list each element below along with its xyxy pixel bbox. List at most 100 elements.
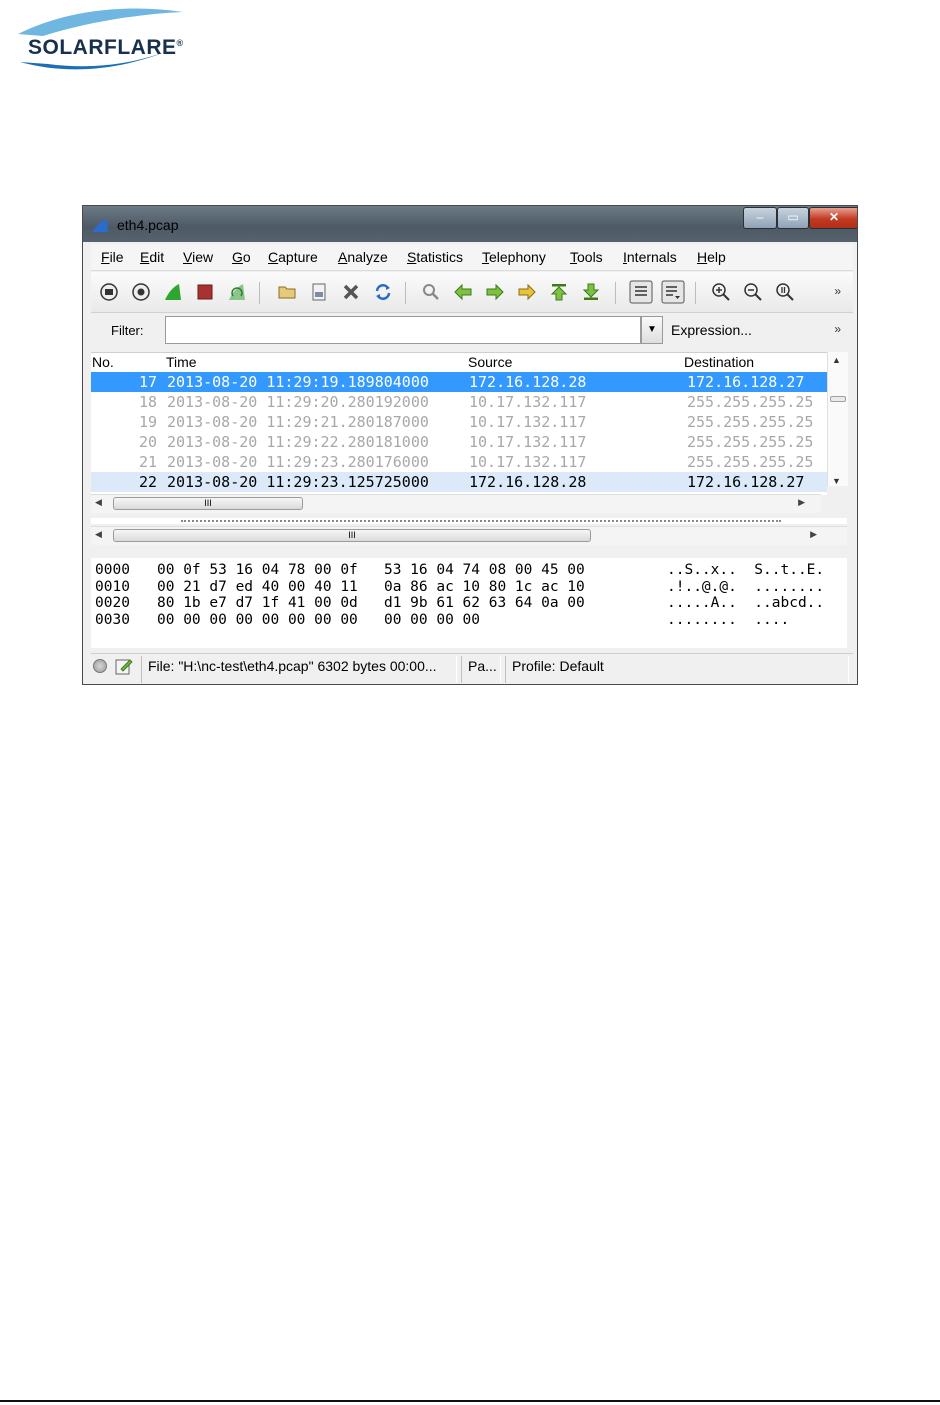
packet-source: 172.16.128.28 (469, 473, 587, 491)
menu-help[interactable]: Help (697, 249, 726, 265)
last-packet-icon[interactable] (581, 282, 601, 302)
packet-row[interactable]: 20 2013-08-20 11:29:22.280181000 10.17.132… (91, 432, 827, 452)
solarflare-logo: SOLARFLARE® (8, 4, 198, 74)
maximize-button[interactable]: ▭ (777, 207, 809, 229)
packet-row[interactable]: 19 2013-08-20 11:29:21.280187000 10.17.132… (91, 412, 827, 432)
edit-comment-icon[interactable] (115, 657, 133, 675)
scroll-right-icon[interactable]: ▶ (810, 529, 817, 540)
packet-bytes-pane[interactable]: 0000 00 0f 53 16 04 78 00 0f 53 16 04 74 … (91, 558, 847, 648)
menu-go[interactable]: Go (232, 249, 251, 265)
zoom-normal-icon[interactable] (775, 282, 795, 302)
close-file-icon[interactable] (341, 282, 361, 302)
filter-more-button[interactable]: » (834, 322, 841, 336)
hscroll-thumb[interactable]: III (113, 497, 303, 510)
hex-bytes: 00 00 00 00 00 00 00 00 00 00 00 00 (157, 611, 481, 628)
packet-destination: 172.16.128.27 (687, 373, 805, 391)
first-packet-icon[interactable] (549, 282, 569, 302)
menu-tools[interactable]: Tools (570, 249, 603, 265)
packet-list-header: No. Time Source Destination (91, 353, 827, 371)
scroll-left-icon[interactable]: ◀ (95, 497, 102, 508)
details-hscrollbar[interactable]: ◀ III ▶ (91, 526, 847, 545)
packet-list-hscrollbar[interactable]: ◀ III ▶ (91, 494, 821, 513)
menu-capture[interactable]: Capture (268, 249, 318, 265)
menu-view[interactable]: View (183, 249, 213, 265)
packet-source: 10.17.132.117 (469, 453, 587, 471)
scroll-right-icon[interactable]: ▶ (798, 497, 805, 508)
filter-bar: Filter: ▼ Expression... » (91, 314, 853, 348)
toolbar-separator (615, 282, 616, 304)
hex-bytes: 00 21 d7 ed 40 00 40 11 0a 86 ac 10 80 1… (157, 578, 585, 595)
wireshark-window: eth4.pcap – ▭ ✕ File Edit View Go Captur… (82, 205, 858, 685)
filter-input[interactable] (165, 316, 641, 344)
hex-ascii: .....A.. ..abcd.. (667, 595, 825, 611)
packet-destination: 255.255.255.25 (687, 453, 814, 471)
save-file-icon[interactable] (309, 282, 329, 302)
chevron-down-icon: ▼ (647, 324, 657, 335)
details-row-clipped (181, 520, 781, 524)
filter-dropdown-button[interactable]: ▼ (641, 316, 663, 344)
packet-time: 2013-08-20 11:29:23.125725000 (167, 473, 429, 491)
menu-file[interactable]: File (101, 249, 124, 265)
scroll-up-icon[interactable]: ▲ (832, 355, 841, 365)
expression-button[interactable]: Expression... (671, 322, 752, 338)
autoscroll-icon[interactable] (661, 280, 685, 304)
brand-name: SOLARFLARE® (28, 36, 184, 59)
open-file-icon[interactable] (277, 282, 297, 302)
packet-no: 17 (139, 373, 158, 391)
menu-edit[interactable]: Edit (140, 249, 164, 265)
column-header-source[interactable]: Source (468, 354, 512, 370)
menu-analyze[interactable]: Analyze (338, 249, 388, 265)
column-header-destination[interactable]: Destination (684, 354, 754, 370)
title-bar[interactable]: eth4.pcap – ▭ ✕ (83, 206, 857, 242)
menu-bar: File Edit View Go Capture Analyze Statis… (91, 244, 853, 271)
status-profile[interactable]: Profile: Default (505, 656, 849, 683)
go-forward-icon[interactable] (485, 282, 505, 302)
packet-destination: 172.16.128.27 (687, 473, 805, 491)
packet-row[interactable]: 22 2013-08-20 11:29:23.125725000 172.16.12… (91, 472, 827, 492)
packet-no: 18 (139, 393, 158, 411)
packet-list-vscrollbar[interactable]: ▲ ▼ (827, 352, 848, 486)
expert-info-icon[interactable] (93, 659, 107, 673)
hex-ascii: ........ .... (667, 611, 790, 628)
packet-row[interactable]: 21 2013-08-20 11:29:23.280176000 10.17.132… (91, 452, 827, 472)
packet-time: 2013-08-20 11:29:22.280181000 (167, 433, 429, 451)
toolbar-separator (695, 282, 696, 304)
hex-offset: 0020 (95, 595, 130, 611)
zoom-out-icon[interactable] (743, 282, 763, 302)
column-header-no[interactable]: No. (92, 354, 114, 370)
stop-capture-icon[interactable] (195, 282, 215, 302)
start-capture-icon[interactable] (163, 282, 183, 302)
packet-time: 2013-08-20 11:29:23.280176000 (167, 453, 429, 471)
go-to-packet-icon[interactable] (517, 282, 537, 302)
packet-row[interactable]: 18 2013-08-20 11:29:20.280192000 10.17.132… (91, 392, 827, 412)
menu-telephony[interactable]: Telephony (482, 249, 546, 265)
packet-source: 10.17.132.117 (469, 433, 587, 451)
packet-row[interactable]: 17 2013-08-20 11:29:19.189804000 172.16.12… (91, 372, 827, 392)
interfaces-icon[interactable] (99, 282, 119, 302)
find-packet-icon[interactable] (421, 282, 441, 302)
colorize-icon[interactable] (629, 280, 653, 304)
zoom-in-icon[interactable] (711, 282, 731, 302)
main-toolbar: » (91, 272, 853, 313)
options-icon[interactable] (131, 282, 151, 302)
menu-statistics[interactable]: Statistics (407, 249, 463, 265)
scroll-left-icon[interactable]: ◀ (95, 529, 102, 540)
status-packets: Pa... (461, 656, 501, 683)
vscroll-thumb[interactable] (830, 396, 846, 402)
hex-offset: 0000 (95, 562, 130, 578)
close-button[interactable]: ✕ (809, 207, 857, 229)
toolbar-more-button[interactable]: » (834, 284, 841, 298)
reload-icon[interactable] (373, 282, 393, 302)
minimize-button[interactable]: – (743, 207, 777, 229)
menu-internals[interactable]: Internals (623, 249, 677, 265)
go-back-icon[interactable] (453, 282, 473, 302)
scroll-down-icon[interactable]: ▼ (832, 476, 841, 486)
shark-fin-icon (92, 219, 108, 232)
restart-capture-icon[interactable] (227, 282, 247, 302)
packet-time: 2013-08-20 11:29:20.280192000 (167, 393, 429, 411)
column-header-time[interactable]: Time (166, 354, 197, 370)
packet-list: No. Time Source Destination 17 2013-08-20… (91, 352, 827, 495)
hscroll-thumb[interactable]: III (113, 529, 591, 542)
packet-destination: 255.255.255.25 (687, 413, 814, 431)
packet-details-pane[interactable] (91, 518, 847, 524)
